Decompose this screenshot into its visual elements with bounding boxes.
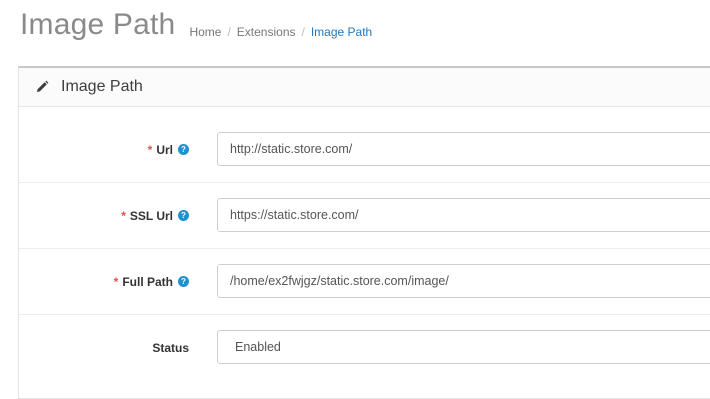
required-marker: *: [113, 274, 119, 289]
breadcrumb-separator: /: [227, 25, 231, 39]
required-marker: *: [121, 208, 126, 223]
url-label: Url: [156, 142, 173, 157]
help-icon[interactable]: ?: [178, 276, 189, 287]
breadcrumb-extensions[interactable]: Extensions: [237, 25, 296, 39]
ssl-url-row: * SSL Url ?: [19, 183, 710, 249]
required-marker: *: [147, 142, 153, 157]
full-path-row: * Full Path ?: [19, 249, 710, 315]
panel-title: Image Path: [61, 78, 143, 95]
ssl-url-input[interactable]: [217, 198, 710, 232]
status-label: Status: [152, 340, 189, 355]
breadcrumb: Home / Extensions / Image Path: [189, 25, 372, 39]
breadcrumb-separator: /: [301, 25, 305, 39]
help-icon[interactable]: ?: [178, 144, 189, 155]
full-path-label: Full Path: [122, 274, 173, 289]
page-title: Image Path: [20, 8, 176, 41]
url-label-group: * Url ?: [148, 117, 189, 182]
url-row: * Url ?: [19, 117, 710, 183]
status-label-group: Status: [152, 315, 189, 380]
full-path-input[interactable]: [217, 264, 710, 298]
page-header: Image Path Home / Extensions / Image Pat…: [20, 0, 372, 50]
full-path-label-group: * Full Path ?: [114, 249, 189, 314]
status-row: Status Enabled: [19, 315, 710, 380]
breadcrumb-image-path[interactable]: Image Path: [311, 25, 372, 39]
url-input[interactable]: [217, 132, 710, 166]
pencil-icon: [35, 80, 49, 94]
image-path-panel: Image Path * Url ? * SSL Url ? * Full Pa…: [18, 66, 710, 399]
panel-heading: Image Path: [19, 68, 710, 107]
ssl-url-label: SSL Url: [129, 208, 173, 223]
ssl-url-label-group: * SSL Url ?: [121, 183, 189, 248]
status-selected-value: Enabled: [235, 340, 281, 354]
breadcrumb-home[interactable]: Home: [189, 25, 221, 39]
status-select[interactable]: Enabled: [217, 330, 710, 364]
help-icon[interactable]: ?: [178, 210, 189, 221]
